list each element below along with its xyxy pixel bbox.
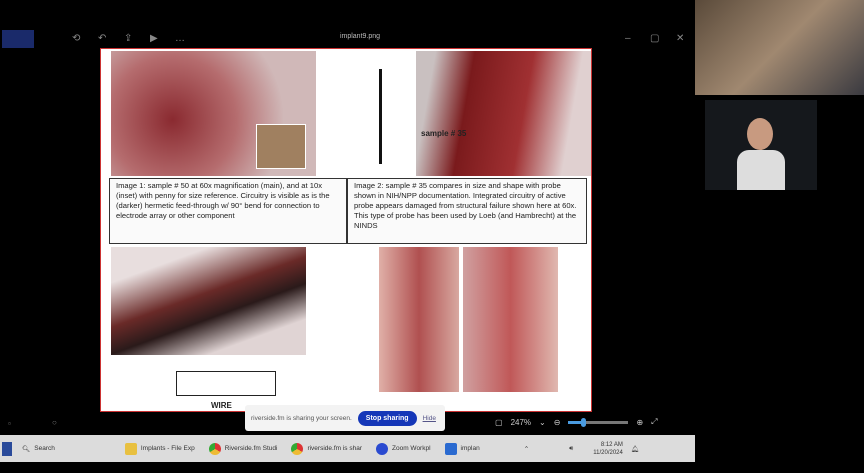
sample-label: sample # 35 xyxy=(421,129,467,138)
stop-sharing-button[interactable]: Stop sharing xyxy=(357,410,417,426)
photo-sample-35 xyxy=(416,51,591,176)
photo-probe-right xyxy=(463,247,558,392)
more-icon[interactable]: … xyxy=(175,33,185,44)
notification-icon[interactable]: 🔔︎ xyxy=(631,445,639,453)
wire-diagram xyxy=(176,371,276,396)
webcam-participant-1 xyxy=(695,0,864,95)
start-icon[interactable] xyxy=(2,441,12,456)
share-icon[interactable]: ⇪ xyxy=(124,33,132,44)
zoom-controls: ▢ 247% ⌄ ⊖ ⊕ ⤢ xyxy=(495,417,658,427)
app-icon xyxy=(2,30,34,48)
taskbar-label: implan xyxy=(460,445,480,452)
fit-icon[interactable]: ▢ xyxy=(495,418,503,427)
taskbar-label: riverside.fm is shar xyxy=(307,445,362,452)
probe-diagram xyxy=(379,69,382,164)
chevron-down-icon[interactable]: ⌄ xyxy=(539,418,546,427)
viewer-info-icon[interactable]: ○ xyxy=(52,418,57,427)
fullscreen-icon[interactable]: ⤢ xyxy=(651,417,657,427)
zoom-slider[interactable] xyxy=(568,417,629,427)
slideshow-icon[interactable]: ▶ xyxy=(150,33,158,44)
photo-probe-left xyxy=(379,247,459,392)
photos-icon xyxy=(444,442,457,455)
hide-link[interactable]: Hide xyxy=(423,415,436,422)
avatar xyxy=(747,118,773,150)
zoom-icon xyxy=(376,442,388,455)
folder-icon xyxy=(124,442,137,455)
taskbar-item-chrome-share[interactable]: riverside.fm is shar xyxy=(291,442,362,455)
zoom-in-icon[interactable]: ⊕ xyxy=(636,418,643,427)
minimize-icon[interactable]: – xyxy=(625,33,631,44)
time: 8:12 AM xyxy=(600,441,623,448)
tray-chevron-icon[interactable]: ⌃ xyxy=(524,445,529,453)
caption-image-1: Image 1: sample # 50 at 60x magnificatio… xyxy=(109,178,347,244)
close-icon[interactable]: ✕ xyxy=(676,33,684,44)
viewer-tool-icon[interactable]: ▫ xyxy=(8,419,11,428)
zoom-out-icon[interactable]: ⊖ xyxy=(554,418,561,427)
webcam-participant-2 xyxy=(705,100,817,190)
screen-share-bar: riverside.fm is sharing your screen. Sto… xyxy=(245,405,445,431)
taskbar-item-chrome-studio[interactable]: Riverside.fm Studi xyxy=(208,442,278,455)
window-title: implant9.png xyxy=(339,33,381,40)
wire-label: WIRE xyxy=(211,401,232,410)
chrome-icon xyxy=(291,442,304,455)
search-box[interactable]: 🔍︎ Search xyxy=(22,445,55,453)
taskbar: 🔍︎ Search Implants - File Exp Riverside.f… xyxy=(0,435,695,462)
photo-penny-inset xyxy=(256,124,306,169)
photo-feedthrough xyxy=(111,247,306,355)
taskbar-label: Implants - File Exp xyxy=(140,445,195,452)
chrome-icon xyxy=(208,442,221,455)
zoom-level[interactable]: 247% xyxy=(511,418,531,427)
image-document: sample # 35 Image 1: sample # 50 at 60x … xyxy=(100,48,592,412)
share-message: riverside.fm is sharing your screen. xyxy=(251,414,352,422)
taskbar-label: Zoom Workpl xyxy=(392,445,431,452)
maximize-icon[interactable]: ▢ xyxy=(650,33,659,44)
search-label: Search xyxy=(34,445,55,452)
taskbar-item-zoom[interactable]: Zoom Workpl xyxy=(376,442,431,455)
search-icon: 🔍︎ xyxy=(22,445,31,453)
rotate-icon[interactable]: ⟲ xyxy=(72,33,80,44)
date: 11/20/2024 xyxy=(593,449,623,456)
caption-image-2: Image 2: sample # 35 compares in size an… xyxy=(347,178,587,244)
clock[interactable]: 8:12 AM 11/20/2024 xyxy=(593,441,623,457)
undo-icon[interactable]: ↶ xyxy=(98,33,106,44)
volume-icon[interactable]: 🔊︎ xyxy=(569,445,573,453)
taskbar-label: Riverside.fm Studi xyxy=(224,445,278,452)
taskbar-item-explorer[interactable]: Implants - File Exp xyxy=(124,442,195,455)
taskbar-item-photos[interactable]: implan xyxy=(444,442,480,455)
